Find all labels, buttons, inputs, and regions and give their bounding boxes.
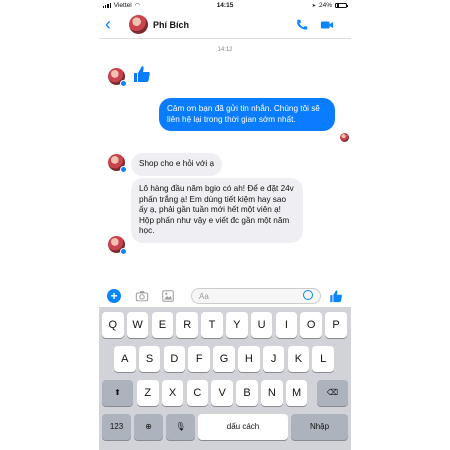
space-key[interactable]: dấu cách (198, 414, 288, 440)
key-row-3: ⬆ ⌫ ZXCVBNM (99, 380, 351, 406)
gallery-icon[interactable] (161, 289, 175, 303)
message-composer: + Aa (99, 285, 351, 307)
key-k[interactable]: K (287, 346, 310, 372)
thumbs-up-icon (134, 66, 150, 82)
key-c[interactable]: C (186, 380, 209, 406)
outgoing-message[interactable]: Cảm ơn bạn đã gửi tin nhắn. Chúng tôi sẽ… (159, 98, 335, 131)
battery-percent: 24% (318, 2, 332, 9)
key-x[interactable]: X (161, 380, 184, 406)
key-u[interactable]: U (250, 312, 273, 338)
key-v[interactable]: V (211, 380, 233, 406)
key-z[interactable]: Z (137, 380, 159, 406)
seen-avatar (340, 133, 349, 142)
key-t[interactable]: T (201, 312, 223, 338)
key-q[interactable]: Q (102, 312, 124, 338)
shift-key[interactable]: ⬆ (102, 380, 133, 406)
battery-icon (335, 2, 348, 9)
backspace-icon: ⌫ (326, 388, 339, 397)
key-h[interactable]: H (238, 346, 260, 372)
phone-screen: Viettel ◠ 14:15 ➤ 24% ‹ Phí Bích 14:12 C… (99, 0, 351, 450)
key-j[interactable]: J (262, 346, 285, 372)
video-call-icon[interactable] (320, 18, 334, 32)
shift-icon: ⬆ (114, 388, 121, 397)
camera-icon[interactable] (135, 289, 149, 303)
key-s[interactable]: S (138, 346, 161, 372)
key-i[interactable]: I (275, 312, 298, 338)
key-g[interactable]: G (213, 346, 235, 372)
key-n[interactable]: N (261, 380, 283, 406)
messenger-badge-icon (120, 166, 127, 173)
message-timestamp: 14:12 (217, 47, 233, 53)
key-p[interactable]: P (325, 312, 347, 338)
sender-avatar (108, 154, 127, 173)
key-m[interactable]: M (285, 380, 308, 406)
thumbs-up-send-icon[interactable] (329, 289, 343, 303)
key-e[interactable]: E (151, 312, 174, 338)
numbers-key[interactable]: 123 (102, 414, 131, 440)
key-row-1: QWERTYUIOP (99, 312, 351, 338)
incoming-message[interactable]: Shop cho e hỏi với ạ (131, 153, 223, 176)
keyboard: QWERTYUIOP ASDFGHJKL ⬆ ⌫ ZXCVBNM 123 ⊕ 🎙… (99, 307, 351, 450)
key-d[interactable]: D (163, 346, 186, 372)
sender-avatar (108, 236, 127, 255)
sender-avatar (108, 68, 127, 87)
key-l[interactable]: L (312, 346, 334, 372)
message-input[interactable]: Aa (191, 288, 321, 304)
key-b[interactable]: B (236, 380, 258, 406)
back-button[interactable]: ‹ (105, 15, 111, 33)
status-right: ➤ 24% (311, 2, 348, 9)
location-icon: ➤ (311, 2, 316, 9)
message-list: 14:12 Cảm ơn bạn đã gửi tin nhắn. Chúng … (99, 39, 351, 285)
contact-name[interactable]: Phí Bích (153, 20, 189, 30)
emoji-icon[interactable] (303, 290, 313, 300)
phone-icon[interactable] (295, 18, 309, 32)
incoming-message[interactable]: Lô hàng đầu năm bgio có ah! Để e đặt 24v… (131, 178, 303, 243)
key-f[interactable]: F (188, 346, 210, 372)
key-row-2: ASDFGHJKL (99, 346, 351, 372)
status-bar: Viettel ◠ 14:15 ➤ 24% (99, 0, 351, 11)
backspace-key[interactable]: ⌫ (317, 380, 348, 406)
conversation-header: ‹ Phí Bích (99, 11, 351, 39)
contact-avatar[interactable] (129, 15, 148, 34)
messenger-badge-icon (120, 80, 127, 87)
key-o[interactable]: O (300, 312, 322, 338)
key-y[interactable]: Y (226, 312, 248, 338)
messenger-badge-icon (120, 248, 127, 255)
globe-icon: ⊕ (145, 422, 152, 431)
globe-key[interactable]: ⊕ (134, 414, 163, 440)
return-key[interactable]: Nhập (291, 414, 348, 440)
key-row-4: 123 ⊕ 🎙 dấu cách Nhập (99, 414, 351, 440)
dictation-key[interactable]: 🎙 (166, 414, 195, 440)
key-a[interactable]: A (114, 346, 136, 372)
key-r[interactable]: R (176, 312, 198, 338)
plus-button[interactable]: + (107, 289, 121, 303)
microphone-icon: 🎙 (175, 422, 186, 431)
key-w[interactable]: W (126, 312, 149, 338)
